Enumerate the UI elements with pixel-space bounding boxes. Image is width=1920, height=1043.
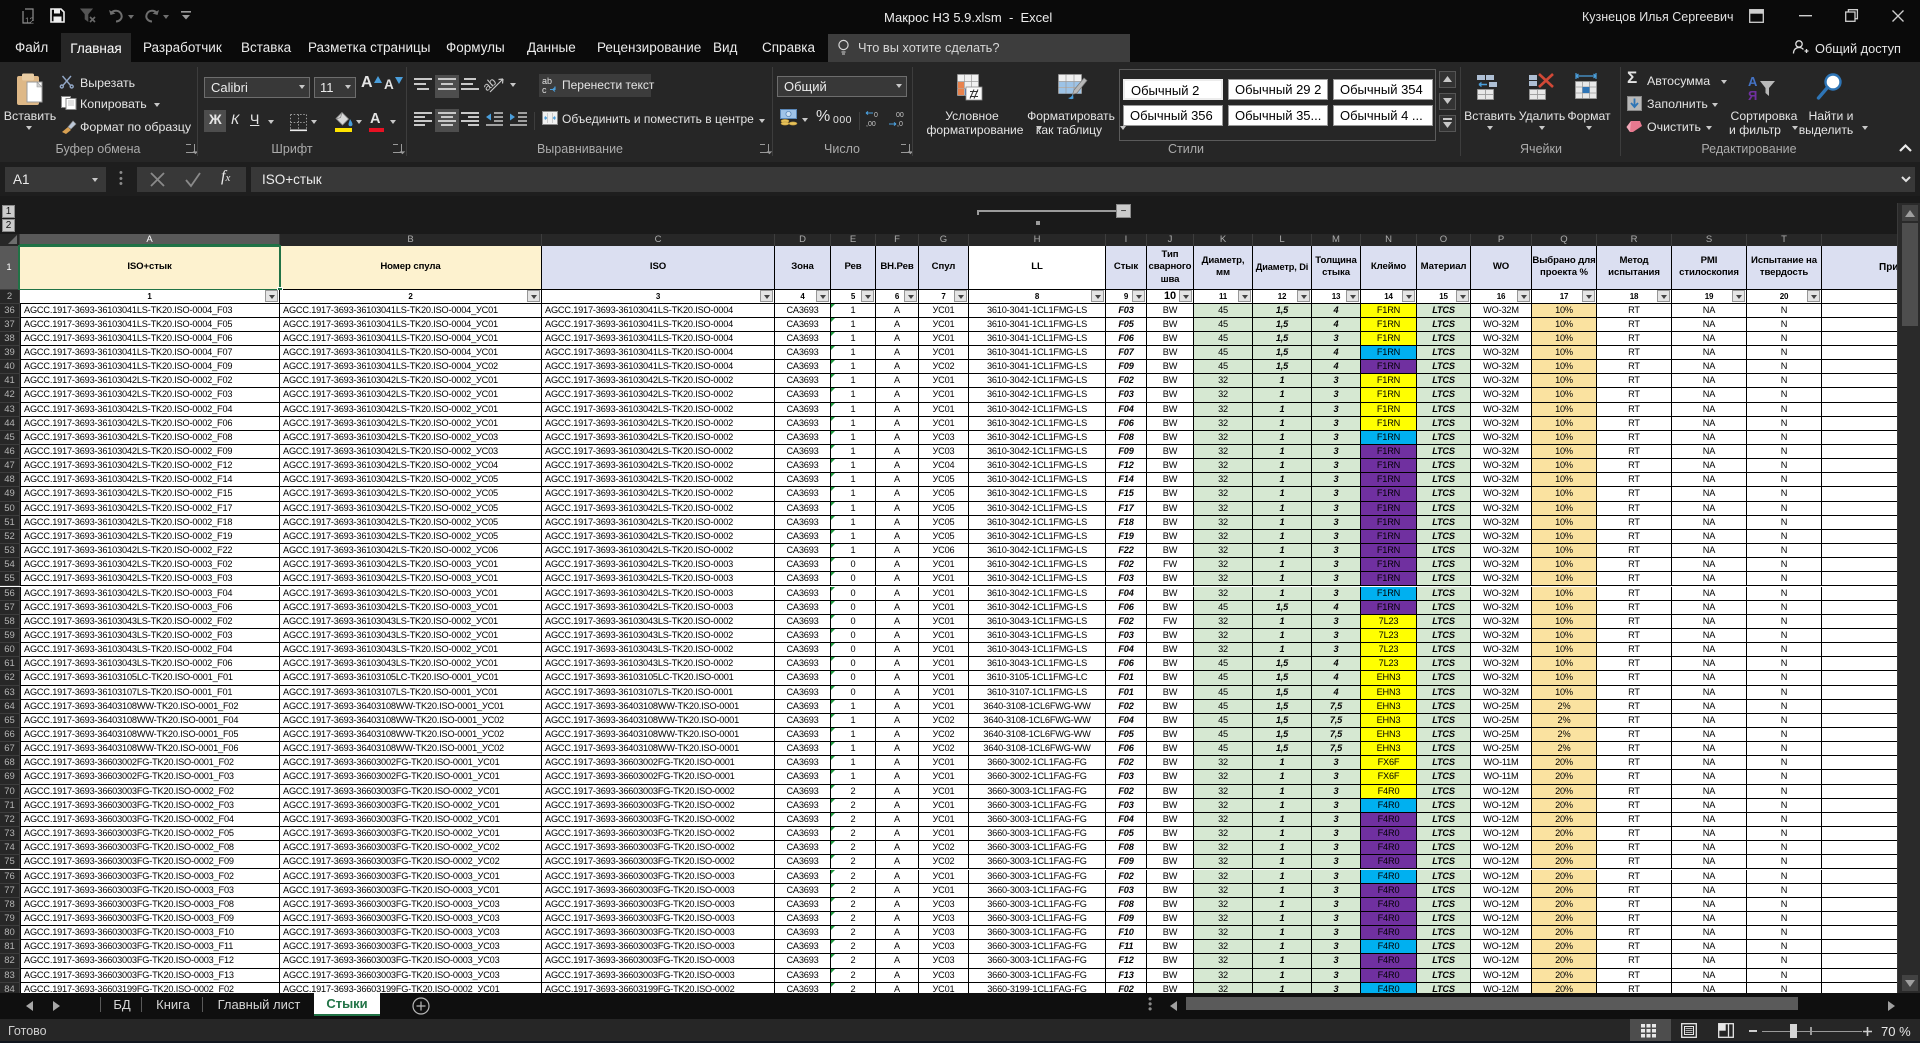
svg-text:ab: ab	[480, 74, 499, 94]
svg-text:,0: ,0	[897, 121, 903, 128]
svg-text:12: 12	[25, 17, 34, 26]
svg-text:c: c	[542, 85, 547, 95]
svg-text:А: А	[1748, 74, 1758, 89]
svg-text:Я: Я	[1748, 88, 1757, 103]
svg-text:,00: ,00	[866, 121, 876, 128]
svg-text:0: 0	[874, 112, 878, 119]
svg-text:00: 00	[896, 112, 904, 119]
